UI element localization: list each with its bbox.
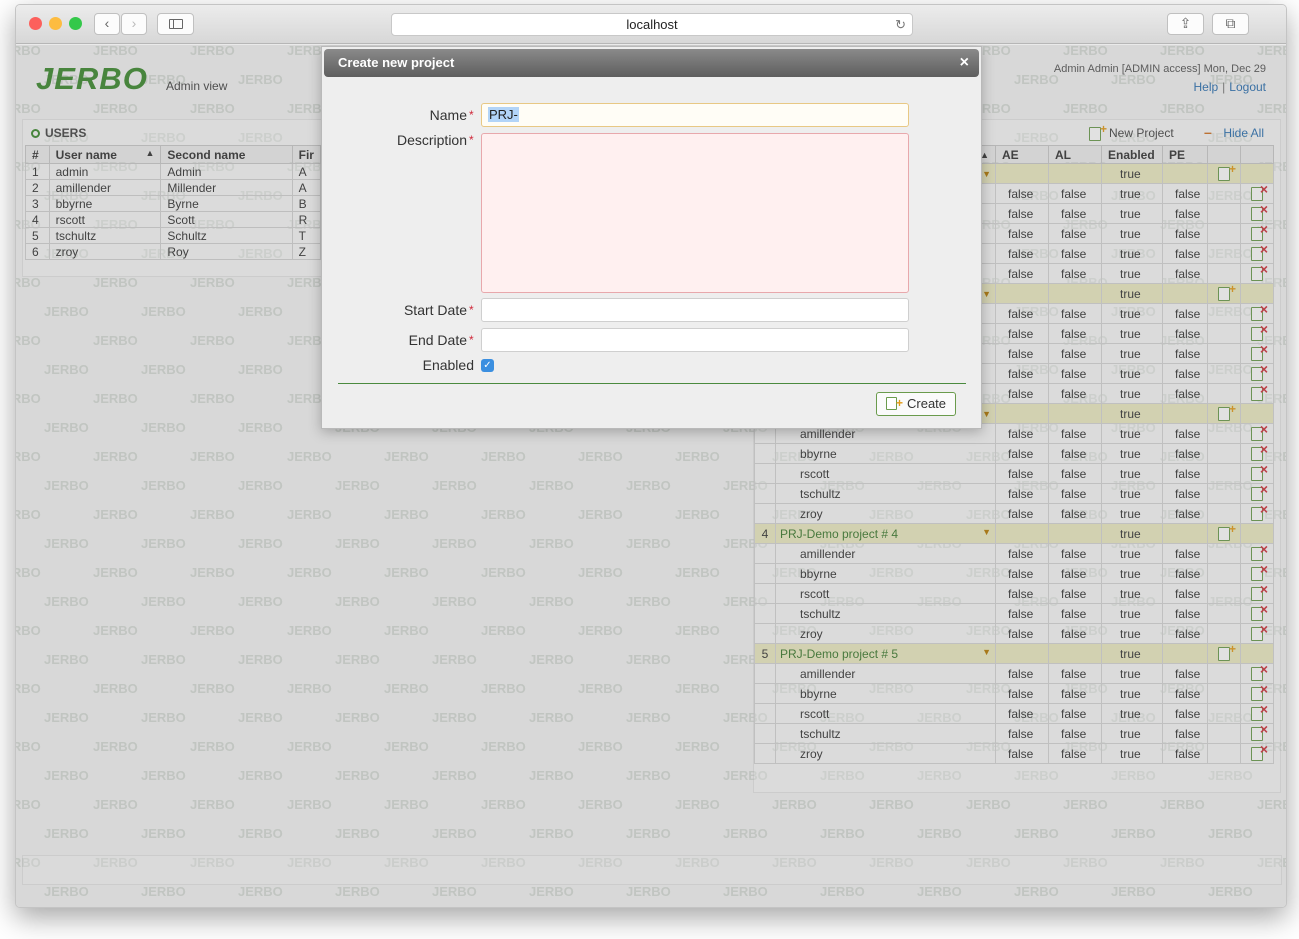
create-project-dialog: Create new project × Name * PRJ- Descrip…	[321, 46, 982, 429]
add-project-icon	[886, 392, 903, 414]
browser-window: ‹ › localhost ↻ ⇪ ⧉ JERBOJERBOJERBOJERBO…	[15, 4, 1287, 908]
sidebar-toggle-button[interactable]	[157, 13, 194, 35]
reload-icon[interactable]: ↻	[895, 14, 906, 35]
checkmark-icon: ✓	[483, 360, 492, 371]
address-bar[interactable]: localhost ↻	[391, 13, 913, 36]
description-required-mark: *	[469, 133, 474, 147]
minimize-window-button[interactable]	[49, 17, 62, 30]
start-date-required-mark: *	[469, 303, 474, 317]
start-date-field[interactable]	[481, 298, 909, 322]
end-date-field[interactable]	[481, 328, 909, 352]
forward-button[interactable]: ›	[121, 13, 147, 35]
name-value: PRJ-	[488, 107, 519, 122]
close-icon[interactable]: ×	[960, 49, 969, 77]
start-date-label: Start Date	[403, 302, 467, 318]
end-date-required-mark: *	[469, 333, 474, 347]
sidebar-icon	[168, 19, 183, 29]
back-button[interactable]: ‹	[94, 13, 120, 35]
page-content: JERBOJERBOJERBOJERBOJERBOJERBOJERBOJERBO…	[16, 45, 1286, 907]
name-required-mark: *	[469, 108, 474, 122]
browser-toolbar: ‹ › localhost ↻ ⇪ ⧉	[16, 5, 1286, 44]
description-label: Description	[396, 132, 467, 148]
enabled-label: Enabled	[422, 357, 474, 373]
create-button-label: Create	[907, 396, 947, 411]
end-date-label: End Date	[408, 332, 467, 348]
tabs-icon: ⧉	[1225, 15, 1236, 31]
zoom-window-button[interactable]	[69, 17, 82, 30]
name-label: Name	[429, 107, 467, 123]
dialog-title: Create new project	[338, 55, 455, 70]
dialog-divider	[338, 383, 966, 384]
tabs-button[interactable]: ⧉	[1212, 13, 1249, 35]
dialog-titlebar: Create new project ×	[324, 49, 979, 77]
close-window-button[interactable]	[29, 17, 42, 30]
description-field[interactable]	[481, 133, 909, 293]
enabled-checkbox[interactable]: ✓	[481, 359, 494, 372]
url-text: localhost	[626, 17, 678, 32]
share-icon: ⇪	[1179, 15, 1192, 31]
share-button[interactable]: ⇪	[1167, 13, 1204, 35]
name-field[interactable]: PRJ-	[481, 103, 909, 127]
create-button[interactable]: Create	[876, 392, 956, 416]
